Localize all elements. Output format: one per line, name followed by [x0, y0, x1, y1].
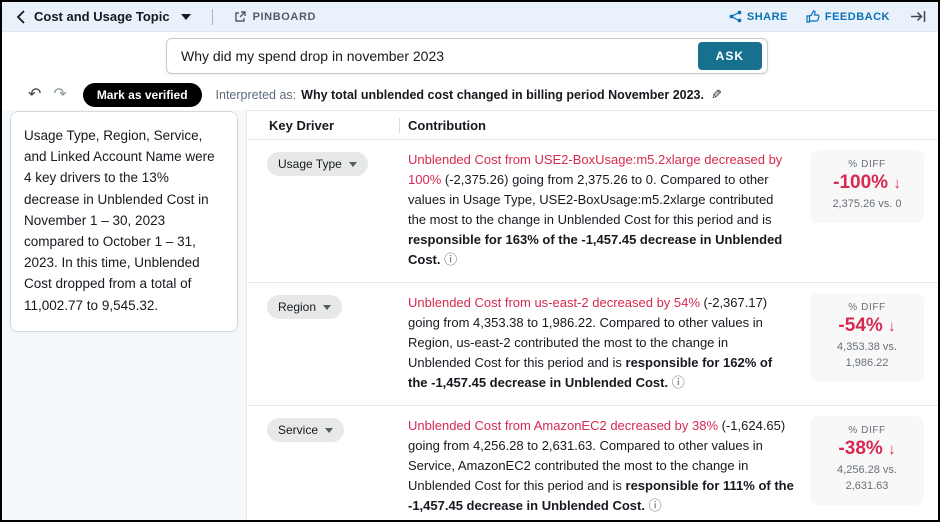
- back-icon[interactable]: [16, 9, 25, 24]
- column-header-key-driver: Key Driver: [269, 117, 335, 133]
- diff-comparison: 4,353.38 vs. 1,986.22: [837, 341, 897, 370]
- down-arrow-icon: ↓: [888, 318, 896, 336]
- driver-pill-usage-type[interactable]: Usage Type: [267, 152, 368, 176]
- down-arrow-icon: ↓: [888, 441, 896, 459]
- driver-pill-region[interactable]: Region: [267, 295, 343, 320]
- ask-bar: ASK: [166, 38, 768, 74]
- table-row: Region Unblended Cost from us-east-2 dec…: [247, 283, 938, 407]
- share-button[interactable]: SHARE: [729, 10, 788, 23]
- ask-button[interactable]: ASK: [697, 42, 762, 70]
- chevron-down-icon[interactable]: [180, 13, 191, 20]
- down-arrow-icon: ↓: [893, 175, 901, 192]
- driver-pill-service[interactable]: Service: [267, 418, 345, 443]
- summary-card: Usage Type, Region, Service, and Linked …: [10, 111, 238, 332]
- info-icon[interactable]: ⓘ: [649, 498, 662, 513]
- collapse-panel-icon[interactable]: [910, 10, 926, 23]
- percent-diff-value: -38% ↓: [838, 438, 896, 460]
- percent-diff-value: -100% ↓: [833, 172, 901, 193]
- pinboard-label: PINBOARD: [252, 10, 317, 23]
- app-window: Cost and Usage Topic PINBOARD SHARE FEED…: [0, 0, 940, 522]
- share-label: SHARE: [746, 10, 788, 23]
- diff-comparison: 4,256.28 vs. 2,631.63: [837, 464, 897, 493]
- info-icon[interactable]: ⓘ: [672, 375, 685, 390]
- summary-text: Usage Type, Region, Service, and Linked …: [24, 128, 215, 313]
- percent-diff-card: % DIFF -38% ↓ 4,256.28 vs. 2,631.63: [810, 416, 924, 506]
- mark-as-verified-button[interactable]: Mark as verified: [82, 83, 202, 107]
- ask-bar-section: ASK: [2, 32, 938, 80]
- key-drivers-table: Key Driver Contribution Usage Type Unble…: [247, 110, 938, 520]
- percent-diff-card: % DIFF -100% ↓ 2,375.26 vs. 0: [810, 150, 924, 223]
- feedback-button[interactable]: FEEDBACK: [806, 10, 890, 23]
- interpreted-as-label: Interpreted as:: [215, 88, 297, 102]
- table-row: Service Unblended Cost from AmazonEC2 de…: [247, 406, 938, 520]
- table-header: Key Driver Contribution: [247, 111, 938, 140]
- divider: [211, 8, 213, 25]
- chevron-down-icon: [323, 304, 332, 310]
- interpretation-text: Why total unblended cost changed in bill…: [301, 88, 704, 102]
- interpretation-bar: ↶ ↷ Mark as verified Interpreted as: Why…: [2, 80, 938, 110]
- contribution-text: Unblended Cost from AmazonEC2 decreased …: [408, 418, 794, 514]
- top-bar: Cost and Usage Topic PINBOARD SHARE FEED…: [2, 2, 938, 32]
- undo-icon[interactable]: ↶: [28, 87, 41, 103]
- feedback-label: FEEDBACK: [824, 10, 890, 23]
- question-input[interactable]: [181, 48, 698, 64]
- percent-diff-card: % DIFF -54% ↓ 4,353.38 vs. 1,986.22: [810, 293, 924, 382]
- info-icon[interactable]: ⓘ: [444, 252, 457, 267]
- share-icon: [729, 10, 742, 23]
- chevron-down-icon: [348, 161, 357, 167]
- redo-icon[interactable]: ↷: [53, 87, 66, 103]
- column-header-contribution: Contribution: [408, 117, 486, 133]
- pinboard-button[interactable]: PINBOARD: [234, 10, 316, 23]
- pinboard-icon: [234, 11, 246, 22]
- percent-diff-value: -54% ↓: [838, 315, 896, 337]
- contribution-text: Unblended Cost from USE2-BoxUsage:m5.2xl…: [408, 152, 783, 268]
- thumbs-up-icon: [806, 10, 820, 23]
- chevron-down-icon: [325, 427, 334, 433]
- diff-comparison: 2,375.26 vs. 0: [832, 198, 902, 210]
- topic-selector-label[interactable]: Cost and Usage Topic: [34, 9, 170, 24]
- contribution-text: Unblended Cost from us-east-2 decreased …: [408, 295, 773, 391]
- summary-panel: Usage Type, Region, Service, and Linked …: [2, 110, 247, 520]
- edit-interpretation-icon[interactable]: ✎: [711, 87, 722, 103]
- content-area: Usage Type, Region, Service, and Linked …: [2, 110, 938, 520]
- table-row: Usage Type Unblended Cost from USE2-BoxU…: [247, 140, 938, 284]
